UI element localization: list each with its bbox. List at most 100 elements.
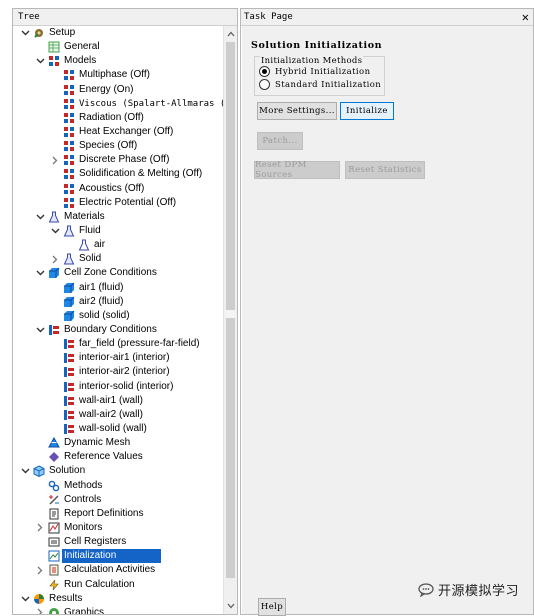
tree-panel: Tree Setup General Models Multiphase (Off) E… [12,8,238,615]
tree-item[interactable]: Methods [13,479,223,493]
tree-item-label: wall-air1 (wall) [79,394,143,406]
tree-item[interactable]: Heat Exchanger (Off) [13,125,223,139]
scroll-up-arrow-icon[interactable] [224,28,237,40]
tree-item[interactable]: Acoustics (Off) [13,182,223,196]
tree-item[interactable]: Viscous (Spalart-Allmaras (1 e··· [13,97,223,111]
monitors-icon [48,522,60,534]
tree-item[interactable]: Controls [13,493,223,507]
tree-item-label: Solution [49,465,86,477]
tree-item[interactable]: Boundary Conditions [13,323,223,337]
tree-item[interactable]: Solution [13,464,223,478]
chat-bubble-icon [418,582,434,597]
chevron-down-icon[interactable] [34,267,46,279]
tree-item[interactable]: General [13,40,223,54]
chevron-down-icon[interactable] [19,465,31,477]
tree-item[interactable]: Electric Potential (Off) [13,196,223,210]
tree-item[interactable]: interior-solid (interior) [13,380,223,394]
more-settings-button[interactable]: More Settings... [257,102,337,120]
hybrid-initialization-radio[interactable] [259,66,270,77]
chevron-down-icon[interactable] [49,225,61,237]
tree-item-label: Boundary Conditions [64,324,157,336]
chevron-right-icon[interactable] [49,154,61,166]
tree-item[interactable]: Cell Registers [13,535,223,549]
tree-item[interactable]: Energy (On) [13,83,223,97]
chevron-down-icon[interactable] [34,211,46,223]
chevron-right-icon[interactable] [34,522,46,534]
chevron-right-icon[interactable] [34,564,46,576]
tree-item[interactable]: solid (solid) [13,309,223,323]
tree-item-label: Controls [64,493,102,505]
tree-item[interactable]: Reference Values [13,450,223,464]
hybrid-initialization-option[interactable]: Hybrid Initialization [259,66,370,77]
model-grid-icon [63,126,75,138]
controls-icon [48,494,60,506]
scroll-down-arrow-icon[interactable] [224,600,237,612]
tree-item[interactable]: Graphics [13,606,223,614]
chevron-down-icon[interactable] [34,324,46,336]
tree-item[interactable]: air2 (fluid) [13,295,223,309]
tree-item[interactable]: Models [13,54,223,68]
chevron-down-icon[interactable] [34,55,46,67]
watermark-text: 开源模拟学习 [438,583,520,598]
tree-item-label: Fluid [79,225,101,237]
tree-item[interactable]: air1 (fluid) [13,281,223,295]
tree-item[interactable]: wall-air1 (wall) [13,394,223,408]
reset-dpm-sources-button[interactable]: Reset DPM Sources [254,160,340,180]
chevron-down-icon[interactable] [19,27,31,39]
task-page-body: Solution Initialization Initialization M… [241,26,533,616]
tree-item-label: Report Definitions [64,507,144,519]
tree-item[interactable]: Multiphase (Off) [13,68,223,82]
page-title: Solution Initialization [251,40,383,51]
model-grid-icon [63,140,75,152]
tree-item-label: wall-air2 (wall) [79,408,143,420]
tree-item[interactable]: interior-air1 (interior) [13,351,223,365]
tree-item[interactable]: Radiation (Off) [13,111,223,125]
tree-item[interactable]: Materials [13,210,223,224]
tree-item[interactable]: Discrete Phase (Off) [13,153,223,167]
tree-item[interactable]: interior-air2 (interior) [13,365,223,379]
tree-item[interactable]: Solid [13,252,223,266]
dynamic-mesh-icon [48,437,60,449]
patch-button[interactable]: Patch... [257,132,303,150]
standard-initialization-radio[interactable] [259,79,270,90]
tree-item[interactable]: air [13,238,223,252]
tree-item[interactable]: Cell Zone Conditions [13,266,223,280]
tree-item[interactable]: Initialization [13,549,223,564]
model-grid-icon [63,154,75,166]
tree-item[interactable]: Monitors [13,521,223,535]
tree-item[interactable]: Report Definitions [13,507,223,521]
tree-item[interactable]: wall-air2 (wall) [13,408,223,422]
help-button[interactable]: Help [258,598,286,616]
tree-item-label: Solidification & Melting (Off) [79,168,203,180]
tree-panel-header: Tree [13,9,237,26]
chevron-right-icon[interactable] [49,253,61,265]
tree-item[interactable]: Fluid [13,224,223,238]
standard-initialization-option[interactable]: Standard Initialization [259,79,381,90]
tree-item[interactable]: Calculation Activities [13,563,223,577]
chevron-right-icon[interactable] [34,607,46,614]
tree-item[interactable]: Solidification & Melting (Off) [13,167,223,181]
tree-item[interactable]: far_field (pressure-far-field) [13,337,223,351]
reset-statistics-button[interactable]: Reset Statistics [345,161,425,179]
boundary-icon [63,352,75,364]
chevron-down-icon[interactable] [19,593,31,605]
tree-item[interactable]: wall-solid (wall) [13,422,223,436]
initialize-button[interactable]: Initialize [340,102,394,120]
tree-item[interactable]: Dynamic Mesh [13,436,223,450]
tree-scrollbar[interactable] [223,26,237,614]
close-icon[interactable]: ✕ [522,9,529,25]
tree-item[interactable]: Run Calculation [13,577,223,591]
tree-item-label: Electric Potential (Off) [79,196,177,208]
tree-item-label: air1 (fluid) [79,281,124,293]
tree-item[interactable]: Results [13,592,223,606]
tree-item[interactable]: Setup [13,26,223,40]
tree-item[interactable]: Species (Off) [13,139,223,153]
